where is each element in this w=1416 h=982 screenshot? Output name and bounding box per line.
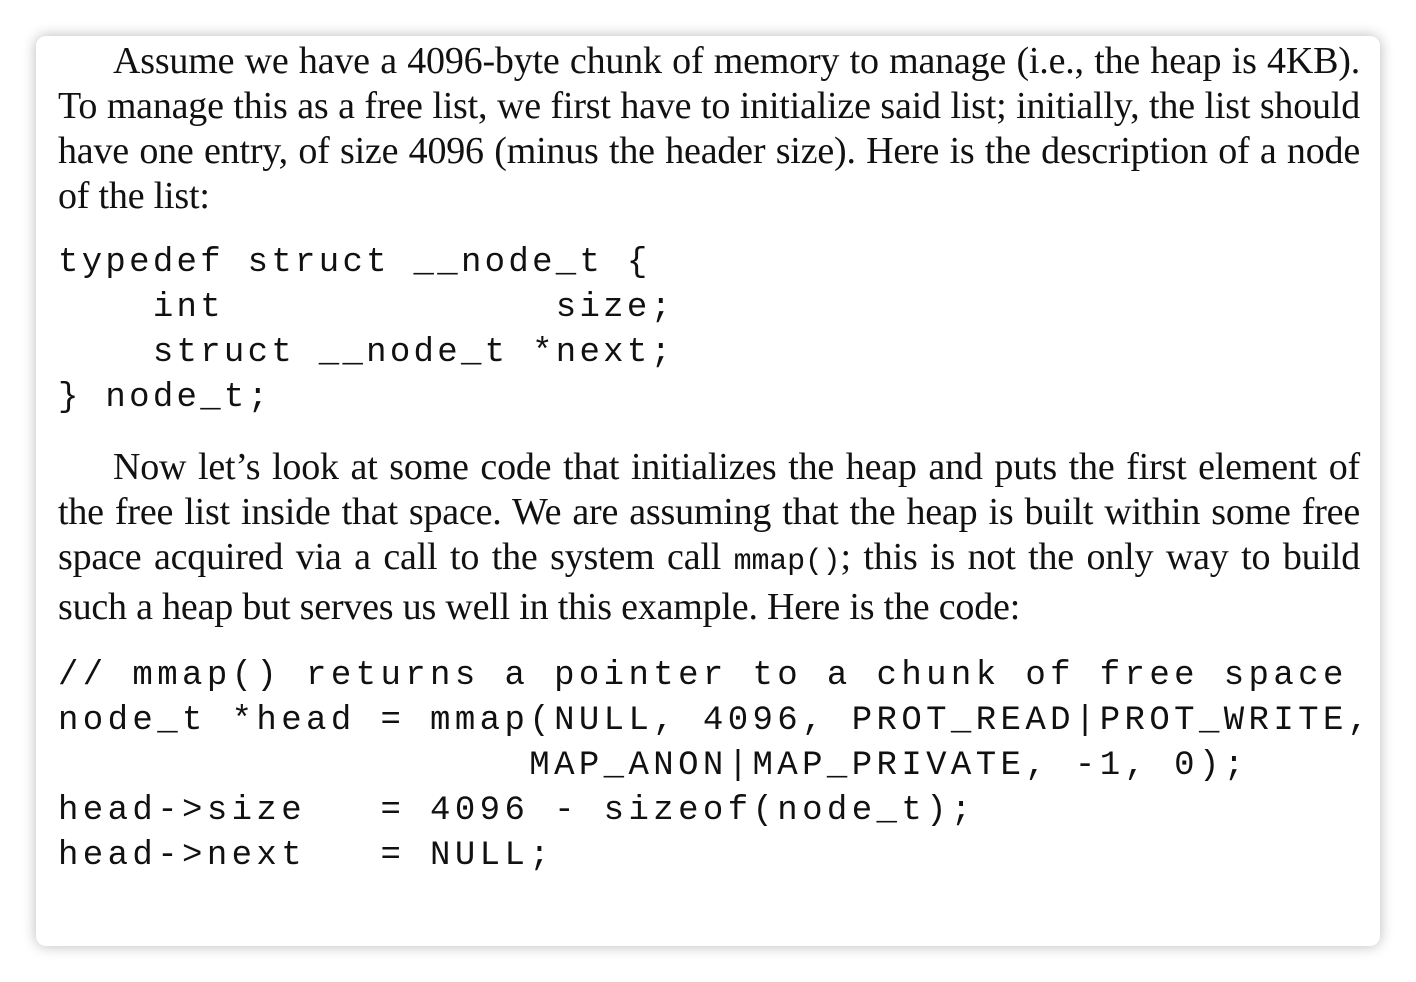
document-page: Assume we have a 4096-byte chunk of memo… (36, 36, 1380, 946)
paragraph-free-list-intro: Assume we have a 4096-byte chunk of memo… (58, 40, 1360, 217)
code-line: head->size = 4096 - sizeof(node_t); (58, 792, 976, 830)
code-line: // mmap() returns a pointer to a chunk o… (58, 657, 1348, 695)
code-line: node_t *head = mmap(NULL, 4096, PROT_REA… (58, 702, 1373, 740)
document-content: Assume we have a 4096-byte chunk of memo… (58, 36, 1373, 879)
code-line: struct __node_t *next; (58, 334, 675, 372)
code-block-node-struct: typedef struct __node_t { int size; stru… (58, 241, 1360, 421)
code-line: } node_t; (58, 379, 272, 417)
code-line: int size; (58, 289, 675, 327)
inline-code-mmap: mmap() (733, 545, 841, 579)
code-line: typedef struct __node_t { (58, 244, 651, 282)
code-line: head->next = NULL; (58, 837, 555, 875)
code-block-heap-init: // mmap() returns a pointer to a chunk o… (58, 654, 1373, 879)
code-line: MAP_ANON|MAP_PRIVATE, -1, 0); (58, 747, 1249, 785)
paragraph-heap-init: Now let’s look at some code that initial… (58, 445, 1360, 630)
